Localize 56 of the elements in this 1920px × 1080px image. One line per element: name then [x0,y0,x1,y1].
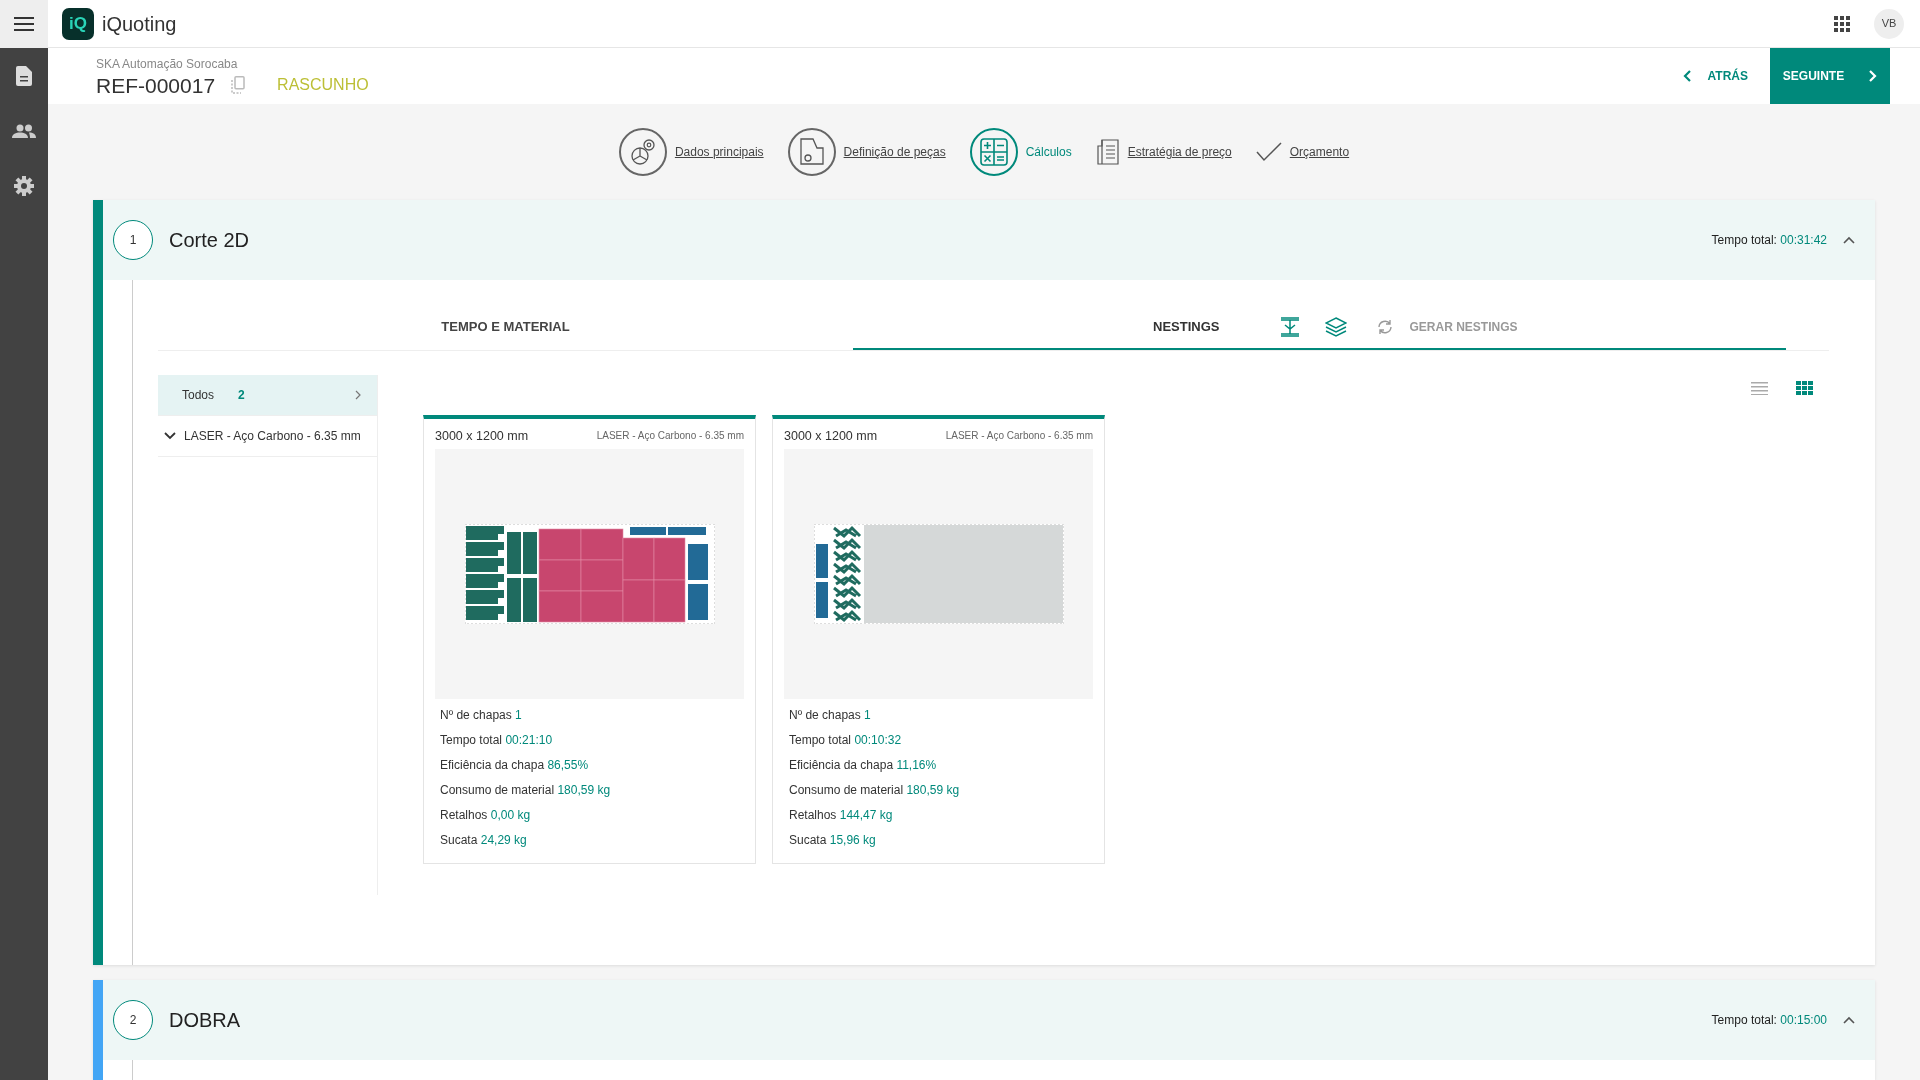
step-link[interactable]: Dados principais [674,143,764,161]
stat-line: Tempo total 00:10:32 [788,732,903,750]
stat-line: Sucata 24,29 kg [439,832,528,850]
stat-line: Retalhos 0,00 kg [439,807,532,825]
chevron-up-icon[interactable] [1843,236,1855,244]
step-link[interactable]: Definição de peças [843,143,946,161]
stat-line: Consumo de material 180,59 kg [788,782,961,800]
chevron-down-icon [164,432,176,440]
material-label: LASER - Aço Carbono - 6.35 mm [945,429,1093,444]
section-title: Corte 2D [169,228,250,253]
part-icon [798,137,825,167]
stat-line: Nº de chapas 1 [439,707,523,725]
chevron-right-icon [1868,70,1878,82]
user-avatar[interactable]: VB [1874,8,1904,39]
refresh-icon [1377,318,1394,335]
total-time: Tempo total: 00:15:00 [1711,1012,1827,1029]
reference-number: REF-000017 [96,74,216,96]
sheet-size: 3000 x 1200 mm [784,427,878,445]
people-icon[interactable] [12,123,36,138]
next-button[interactable]: SEGUINTE [1770,48,1890,104]
step-link[interactable]: Estratégia de preço [1127,143,1232,161]
chevron-left-icon [1682,70,1692,82]
step-number: 1 [113,220,153,260]
document-icon[interactable] [16,65,32,86]
stat-line: Eficiência da chapa 11,16% [788,757,938,775]
sheet-size: 3000 x 1200 mm [435,427,529,445]
app-logo: iQ [62,7,94,40]
menu-icon[interactable] [14,17,34,31]
section-title: DOBRA [169,1008,241,1033]
stat-line: Consumo de material 180,59 kg [439,782,612,800]
apps-grid-icon[interactable] [1834,15,1850,32]
checkmark-icon [1255,142,1282,162]
status-label: RASCUNHO [277,75,369,95]
chevron-up-icon[interactable] [1843,1016,1855,1024]
document-list-icon [1095,139,1120,165]
step-number: 2 [113,1000,153,1040]
calculator-icon [979,138,1008,166]
beam-icon[interactable] [1279,315,1302,338]
stat-line: Eficiência da chapa 86,55% [439,757,590,775]
tab[interactable]: NESTINGS [853,305,1280,350]
stat-line: Tempo total 00:21:10 [439,732,554,750]
back-button[interactable]: ATRÁS [1676,66,1754,86]
stat-line: Sucata 15,96 kg [788,832,877,850]
step-link[interactable]: Orçamento [1289,143,1350,161]
chevron-right-icon [355,390,361,400]
stat-line: Retalhos 144,47 kg [788,807,894,825]
filter-item[interactable]: Todos 2 [158,375,377,416]
step-link[interactable]: Cálculos [1025,143,1072,161]
company-name: SKA Automação Sorocaba [96,56,239,73]
settings-icon[interactable] [14,175,34,196]
app-title: iQuoting [102,11,177,37]
stat-line: Nº de chapas 1 [788,707,872,725]
material-label: LASER - Aço Carbono - 6.35 mm [596,429,744,444]
total-time: Tempo total: 00:31:42 [1711,232,1827,249]
layers-icon[interactable] [1325,316,1348,337]
tab[interactable]: TEMPO E MATERIAL [158,305,853,350]
